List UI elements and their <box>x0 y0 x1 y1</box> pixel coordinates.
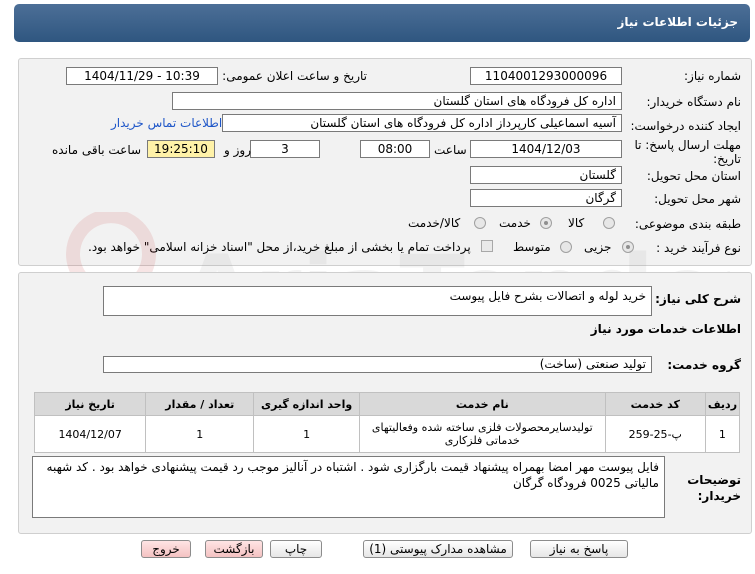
process-type-label: نوع فرآیند خرید : <box>656 241 741 255</box>
services-section-title: اطلاعات خدمات مورد نیاز <box>590 322 741 336</box>
page-header: جزئیات اطلاعات نیاز <box>14 4 750 42</box>
view-attachments-button[interactable]: مشاهده مدارک پیوستی (1) <box>363 540 513 558</box>
service-group-field: تولید صنعتی (ساخت) <box>103 356 652 373</box>
category-option-goods: کالا <box>568 216 585 230</box>
exit-button[interactable]: خروج <box>141 540 191 558</box>
cell-unit: 1 <box>253 415 360 453</box>
col-need-date: تاریخ نیاز <box>33 392 147 416</box>
deadline-date-field: 1404/12/03 <box>470 140 622 158</box>
cell-service-code: پ-25-259 <box>604 415 706 453</box>
remaining-days-field: 3 <box>250 140 320 158</box>
creator-label: ایجاد کننده درخواست: <box>630 119 741 133</box>
category-radio-goods[interactable] <box>603 217 615 229</box>
announce-datetime-label: تاریخ و ساعت اعلان عمومی: <box>222 69 367 83</box>
deadline-time-field: 08:00 <box>360 140 430 158</box>
delivery-province-field: گلستان <box>470 166 622 184</box>
category-radio-goods-service[interactable] <box>474 217 486 229</box>
buyer-notes-field: فایل پیوست مهر امضا بهمراه پیشنهاد قیمت … <box>32 456 665 518</box>
buyer-org-label: نام دستگاه خریدار: <box>646 95 742 109</box>
service-group-label: گروه خدمت: <box>667 358 741 372</box>
services-table: ردیف کد خدمت نام خدمت واحد اندازه گیری ت… <box>33 392 741 453</box>
delivery-province-label: استان محل تحویل: <box>646 169 741 183</box>
treasury-payment-checkbox[interactable] <box>481 240 493 252</box>
process-radio-minor[interactable] <box>622 241 634 253</box>
need-summary-field: خرید لوله و اتصالات بشرح فایل پیوست <box>103 286 652 316</box>
buyer-org-field: اداره کل فرودگاه های استان گلستان <box>172 92 622 110</box>
col-service-code: کد خدمت <box>604 392 706 416</box>
back-button[interactable]: بازگشت <box>205 540 263 558</box>
col-service-name: نام خدمت <box>358 392 606 416</box>
cell-quantity: 1 <box>145 415 255 453</box>
deadline-label: مهلت ارسال پاسخ: تا تاریخ: <box>634 138 741 166</box>
need-summary-label: شرح کلی نیاز: <box>655 292 741 306</box>
table-header-row: ردیف کد خدمت نام خدمت واحد اندازه گیری ت… <box>33 392 741 416</box>
remaining-days-label: روز و <box>224 143 251 157</box>
remaining-time-label: ساعت باقی مانده <box>52 143 142 157</box>
treasury-payment-note: پرداخت تمام یا بخشی از مبلغ خرید،از محل … <box>88 240 471 254</box>
cell-row-number: 1 <box>704 415 741 453</box>
buyer-contact-link[interactable]: اطلاعات تماس خریدار <box>111 116 222 130</box>
cell-service-name: تولیدسایرمحصولات فلزی ساخته شده وفعالیته… <box>358 415 606 453</box>
remaining-time-field: 19:25:10 <box>147 140 215 158</box>
process-radio-medium[interactable] <box>560 241 572 253</box>
reply-to-need-button[interactable]: پاسخ به نیاز <box>530 540 628 558</box>
category-option-goods-service: کالا/خدمت <box>408 216 461 230</box>
announce-datetime-field: 1404/11/29 - 10:39 <box>66 67 218 85</box>
process-option-medium: متوسط <box>513 240 551 254</box>
creator-field: آسیه اسماعیلی کارپرداز اداره کل فرودگاه … <box>222 114 622 132</box>
delivery-city-field: گرگان <box>470 189 622 207</box>
col-quantity: تعداد / مقدار <box>145 392 255 416</box>
category-label: طبقه بندی موضوعی: <box>634 217 741 231</box>
process-option-minor: جزیی <box>584 240 612 254</box>
table-row: 1 پ-25-259 تولیدسایرمحصولات فلزی ساخته ش… <box>33 415 741 453</box>
page-title: جزئیات اطلاعات نیاز <box>617 15 738 29</box>
need-number-label: شماره نیاز: <box>684 69 741 83</box>
category-radio-service[interactable] <box>540 217 552 229</box>
deadline-time-label: ساعت <box>434 143 467 157</box>
buyer-notes-label: توضیحات خریدار: <box>687 473 741 503</box>
delivery-city-label: شهر محل تحویل: <box>654 192 741 206</box>
col-row-number: ردیف <box>704 392 741 416</box>
category-option-service: خدمت <box>499 216 531 230</box>
print-button[interactable]: چاپ <box>270 540 322 558</box>
cell-need-date: 1404/12/07 <box>33 415 147 453</box>
need-number-field: 1104001293000096 <box>470 67 622 85</box>
col-unit: واحد اندازه گیری <box>253 392 360 416</box>
